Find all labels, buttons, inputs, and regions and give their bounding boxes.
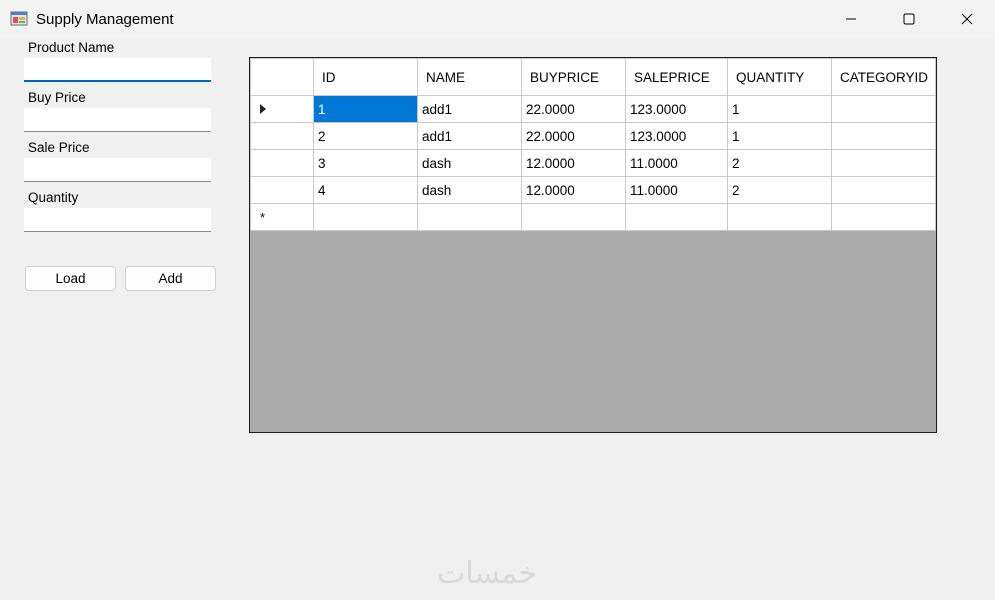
- minimize-icon: [846, 18, 856, 20]
- title-bar: Supply Management: [0, 0, 995, 38]
- grid-cell[interactable]: [521, 203, 626, 231]
- grid-cell[interactable]: 2: [727, 176, 832, 204]
- table-row[interactable]: 1 add1 22.0000 123.0000 1: [250, 95, 936, 123]
- maximize-button[interactable]: [880, 0, 938, 38]
- product-name-label: Product Name: [28, 40, 115, 55]
- row-header-current[interactable]: [250, 95, 314, 123]
- grid-cell[interactable]: 4: [313, 176, 418, 204]
- grid-cell[interactable]: add1: [417, 95, 522, 123]
- grid-cell[interactable]: 1: [727, 95, 832, 123]
- close-button[interactable]: [938, 0, 995, 38]
- grid-cell[interactable]: 12.0000: [521, 176, 626, 204]
- grid-cell[interactable]: [831, 149, 936, 177]
- column-header-name[interactable]: NAME: [417, 58, 522, 96]
- column-header-quantity[interactable]: QUANTITY: [727, 58, 832, 96]
- new-row[interactable]: *: [250, 203, 936, 231]
- column-header-saleprice[interactable]: SALEPRICE: [625, 58, 728, 96]
- app-window-icon: [10, 11, 28, 26]
- buy-price-input[interactable]: [24, 108, 211, 132]
- grid-cell[interactable]: 2: [727, 149, 832, 177]
- table-row[interactable]: 3 dash 12.0000 11.0000 2: [250, 149, 936, 177]
- grid-cell[interactable]: 22.0000: [521, 95, 626, 123]
- grid-cell[interactable]: add1: [417, 122, 522, 150]
- grid-cell[interactable]: 12.0000: [521, 149, 626, 177]
- grid-cell[interactable]: dash: [417, 149, 522, 177]
- data-grid[interactable]: ID NAME BUYPRICE SALEPRICE QUANTITY CATE…: [249, 57, 937, 433]
- row-header[interactable]: [250, 149, 314, 177]
- table-row[interactable]: 2 add1 22.0000 123.0000 1: [250, 122, 936, 150]
- new-row-marker: *: [260, 209, 266, 225]
- grid-cell[interactable]: dash: [417, 176, 522, 204]
- column-header-categoryid[interactable]: CATEGORYID: [831, 58, 936, 96]
- grid-cell[interactable]: 123.0000: [625, 95, 728, 123]
- watermark: خمسات: [437, 556, 538, 591]
- grid-header-row: ID NAME BUYPRICE SALEPRICE QUANTITY CATE…: [250, 58, 936, 96]
- grid-cell[interactable]: 2: [313, 122, 418, 150]
- sale-price-label: Sale Price: [28, 140, 90, 155]
- maximize-icon: [903, 13, 915, 25]
- quantity-label: Quantity: [28, 190, 79, 205]
- add-button[interactable]: Add: [125, 266, 216, 291]
- grid-cell[interactable]: [831, 176, 936, 204]
- column-header-id[interactable]: ID: [313, 58, 418, 96]
- load-button[interactable]: Load: [25, 266, 116, 291]
- column-header-buyprice[interactable]: BUYPRICE: [521, 58, 626, 96]
- minimize-button[interactable]: [822, 0, 880, 38]
- grid-cell[interactable]: 11.0000: [625, 149, 728, 177]
- current-row-arrow-icon: [260, 104, 266, 114]
- grid-cell[interactable]: [313, 203, 418, 231]
- quantity-input[interactable]: [24, 208, 211, 232]
- grid-cell[interactable]: [727, 203, 832, 231]
- grid-cell[interactable]: 3: [313, 149, 418, 177]
- grid-cell[interactable]: 1: [727, 122, 832, 150]
- product-name-input[interactable]: [24, 58, 211, 82]
- window-title: Supply Management: [36, 11, 174, 28]
- buy-price-label: Buy Price: [28, 90, 86, 105]
- row-header-new[interactable]: *: [250, 203, 314, 231]
- row-header[interactable]: [250, 122, 314, 150]
- row-header[interactable]: [250, 176, 314, 204]
- grid-cell[interactable]: [831, 95, 936, 123]
- grid-cell[interactable]: [417, 203, 522, 231]
- grid-cell[interactable]: 11.0000: [625, 176, 728, 204]
- sale-price-input[interactable]: [24, 158, 211, 182]
- grid-cell[interactable]: [831, 122, 936, 150]
- grid-cell[interactable]: [831, 203, 936, 231]
- grid-cell[interactable]: [625, 203, 728, 231]
- grid-table: ID NAME BUYPRICE SALEPRICE QUANTITY CATE…: [250, 58, 936, 231]
- grid-cell[interactable]: 1: [313, 95, 418, 123]
- grid-corner-header[interactable]: [250, 58, 314, 96]
- grid-cell[interactable]: 22.0000: [521, 122, 626, 150]
- grid-cell[interactable]: 123.0000: [625, 122, 728, 150]
- close-icon: [961, 13, 973, 25]
- table-row[interactable]: 4 dash 12.0000 11.0000 2: [250, 176, 936, 204]
